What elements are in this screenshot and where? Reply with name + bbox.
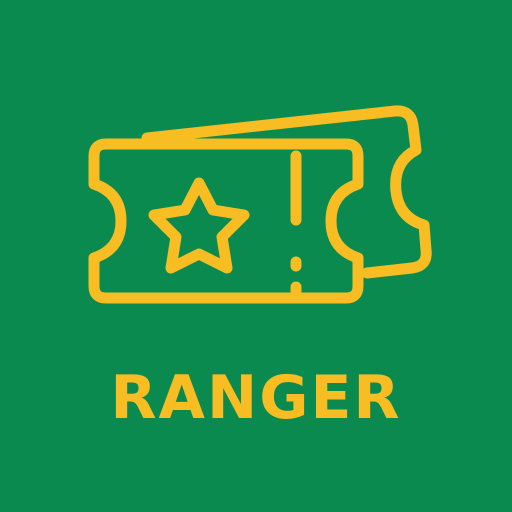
app-icon: RANGER [0, 0, 512, 512]
front-ticket-outline [88, 138, 364, 304]
star-icon [148, 177, 250, 274]
app-name-label: RANGER [110, 363, 402, 433]
